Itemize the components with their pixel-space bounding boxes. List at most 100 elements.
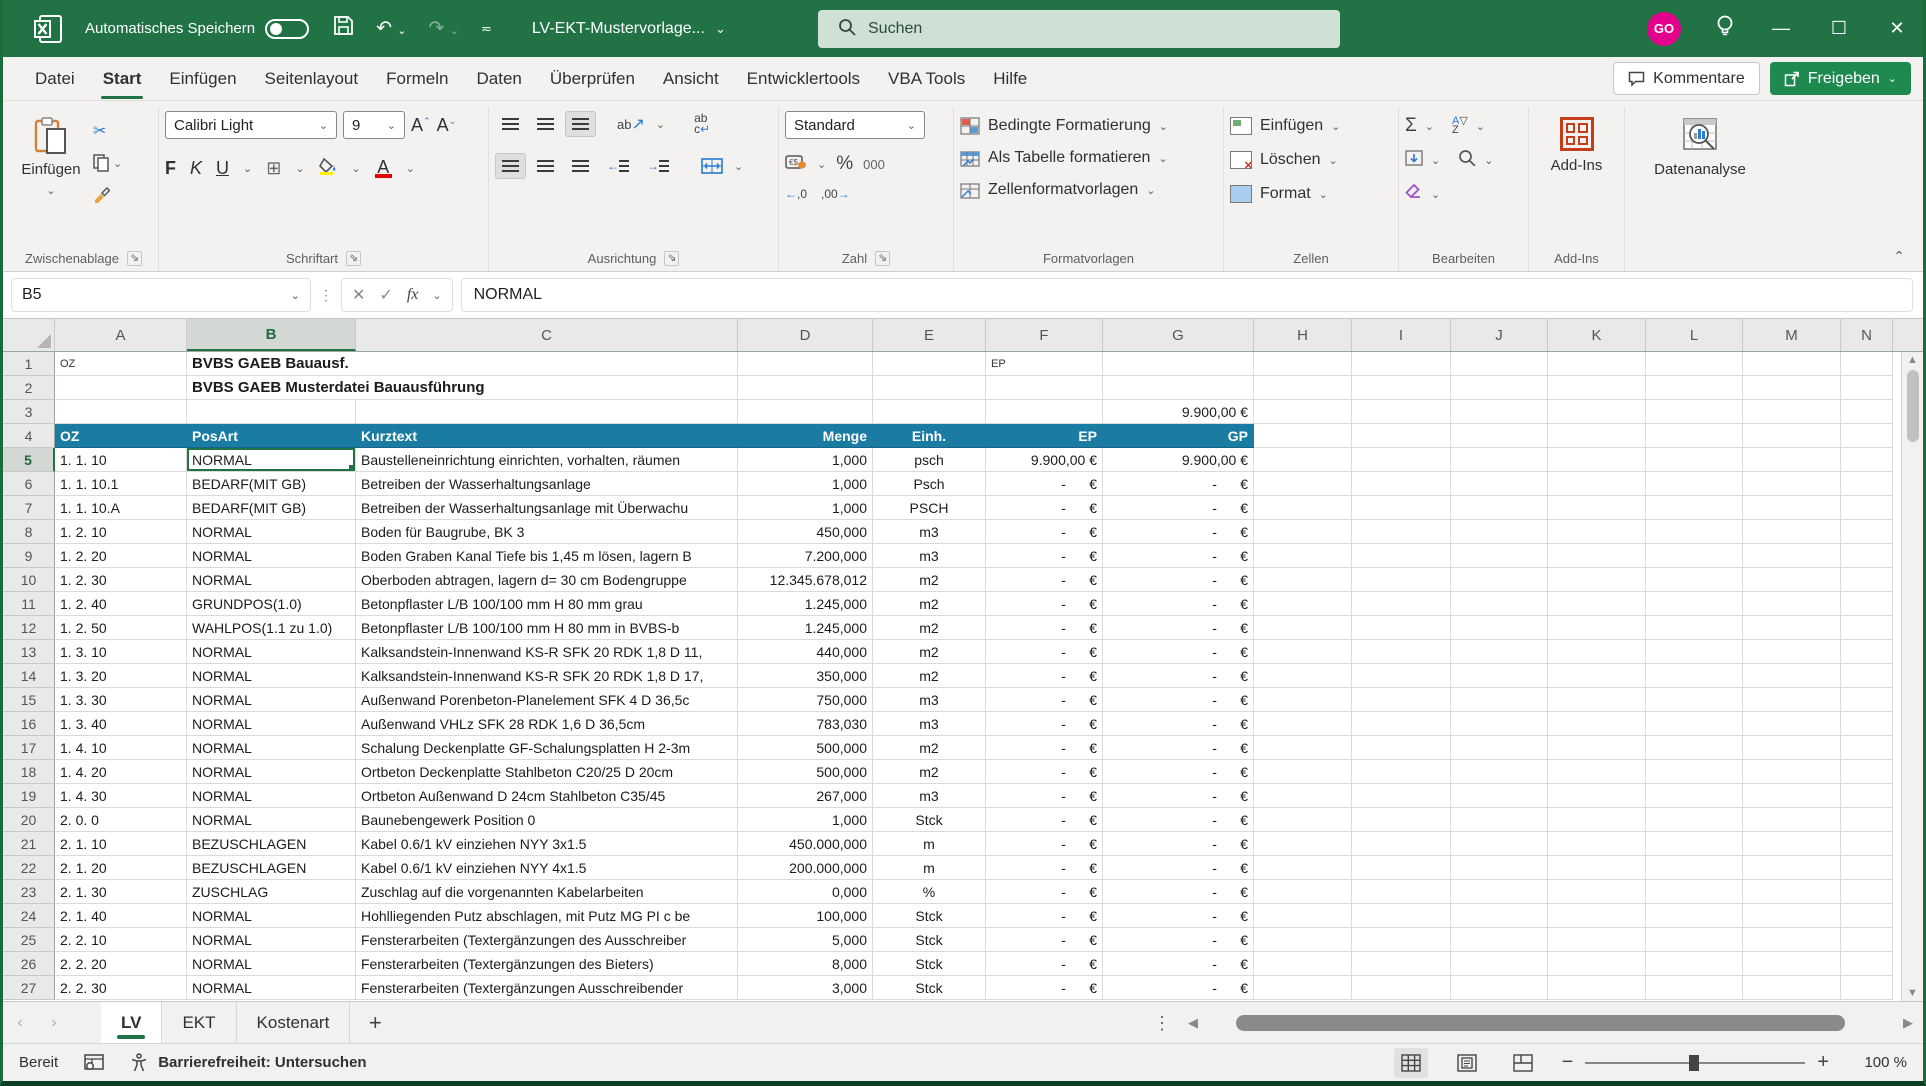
sort-filter-button[interactable]: A▽ Z bbox=[1452, 116, 1468, 136]
cell-A27[interactable]: 2. 2. 30 bbox=[55, 976, 187, 1000]
new-sheet-button[interactable]: + bbox=[350, 1002, 400, 1043]
cell-G20[interactable]: - € bbox=[1103, 808, 1254, 832]
cell-G23[interactable]: - € bbox=[1103, 880, 1254, 904]
tab-hilfe[interactable]: Hilfe bbox=[979, 57, 1041, 101]
cell-K3[interactable] bbox=[1548, 400, 1646, 424]
italic-button[interactable]: K bbox=[190, 158, 202, 179]
cell-M18[interactable] bbox=[1743, 760, 1841, 784]
cell-N16[interactable] bbox=[1841, 712, 1893, 736]
cell-A7[interactable]: 1. 1. 10.A bbox=[55, 496, 187, 520]
cell-I24[interactable] bbox=[1352, 904, 1451, 928]
row-header-3[interactable]: 3 bbox=[3, 400, 55, 424]
cell-J7[interactable] bbox=[1451, 496, 1548, 520]
cell-G14[interactable]: - € bbox=[1103, 664, 1254, 688]
cell-G4[interactable]: GP bbox=[1103, 424, 1254, 448]
cell-M1[interactable] bbox=[1743, 352, 1841, 376]
cell-D6[interactable]: 1,000 bbox=[738, 472, 873, 496]
cell-J26[interactable] bbox=[1451, 952, 1548, 976]
cell-G27[interactable]: - € bbox=[1103, 976, 1254, 1000]
dialog-launcher-icon[interactable]: ⇘ bbox=[346, 250, 361, 266]
cell-B12[interactable]: WAHLPOS(1.1 zu 1.0) bbox=[187, 616, 356, 640]
sheet-tab-kostenart[interactable]: Kostenart bbox=[237, 1002, 351, 1043]
cell-B19[interactable]: NORMAL bbox=[187, 784, 356, 808]
cell-I5[interactable] bbox=[1352, 448, 1451, 472]
cell-G13[interactable]: - € bbox=[1103, 640, 1254, 664]
row-header-2[interactable]: 2 bbox=[3, 376, 55, 400]
cell-M22[interactable] bbox=[1743, 856, 1841, 880]
cell-A25[interactable]: 2. 2. 10 bbox=[55, 928, 187, 952]
formula-input[interactable]: NORMAL bbox=[460, 278, 1913, 312]
cell-B4[interactable]: PosArt bbox=[187, 424, 356, 448]
sheet-tab-lv[interactable]: LV bbox=[101, 1002, 163, 1043]
cell-M7[interactable] bbox=[1743, 496, 1841, 520]
column-header-L[interactable]: L bbox=[1646, 319, 1743, 351]
cell-M12[interactable] bbox=[1743, 616, 1841, 640]
cell-M25[interactable] bbox=[1743, 928, 1841, 952]
cell-G2[interactable] bbox=[1103, 376, 1254, 400]
normal-view-button[interactable] bbox=[1393, 1047, 1428, 1078]
row-header-27[interactable]: 27 bbox=[3, 976, 55, 1000]
cell-N2[interactable] bbox=[1841, 376, 1893, 400]
cell-M15[interactable] bbox=[1743, 688, 1841, 712]
cell-H1[interactable] bbox=[1254, 352, 1352, 376]
zoom-knob[interactable] bbox=[1689, 1054, 1700, 1071]
cell-J12[interactable] bbox=[1451, 616, 1548, 640]
cell-B11[interactable]: GRUNDPOS(1.0) bbox=[187, 592, 356, 616]
cell-J19[interactable] bbox=[1451, 784, 1548, 808]
cell-L14[interactable] bbox=[1646, 664, 1743, 688]
cell-K17[interactable] bbox=[1548, 736, 1646, 760]
cell-G5[interactable]: 9.900,00 € bbox=[1103, 448, 1254, 472]
cell-J4[interactable] bbox=[1451, 424, 1548, 448]
cell-A3[interactable] bbox=[55, 400, 187, 424]
cell-F2[interactable] bbox=[986, 376, 1103, 400]
clear-button[interactable] bbox=[1405, 183, 1423, 205]
cell-N24[interactable] bbox=[1841, 904, 1893, 928]
cell-D23[interactable]: 0,000 bbox=[738, 880, 873, 904]
cell-D1[interactable] bbox=[738, 352, 873, 376]
cell-J21[interactable] bbox=[1451, 832, 1548, 856]
sheet-prev-icon[interactable]: ‹ bbox=[3, 1002, 37, 1043]
cell-K9[interactable] bbox=[1548, 544, 1646, 568]
cell-D12[interactable]: 1.245,000 bbox=[738, 616, 873, 640]
align-bottom-button[interactable] bbox=[565, 111, 596, 137]
cell-K18[interactable] bbox=[1548, 760, 1646, 784]
cell-M24[interactable] bbox=[1743, 904, 1841, 928]
font-color-button[interactable]: A bbox=[374, 158, 392, 178]
fill-button[interactable] bbox=[1405, 149, 1423, 171]
cell-G16[interactable]: - € bbox=[1103, 712, 1254, 736]
cell-K16[interactable] bbox=[1548, 712, 1646, 736]
cell-F5[interactable]: 9.900,00 € bbox=[986, 448, 1103, 472]
tab-seitenlayout[interactable]: Seitenlayout bbox=[251, 57, 373, 101]
increase-decimal-button[interactable]: ←,0 bbox=[785, 187, 807, 201]
customize-qat-icon[interactable]: ≂ bbox=[481, 21, 492, 37]
cell-K20[interactable] bbox=[1548, 808, 1646, 832]
zoom-out-icon[interactable]: − bbox=[1562, 1051, 1574, 1074]
cell-C22[interactable]: Kabel 0.6/1 kV einziehen NYY 4x1.5 bbox=[356, 856, 738, 880]
cell-D15[interactable]: 750,000 bbox=[738, 688, 873, 712]
cell-C11[interactable]: Betonpflaster L/B 100/100 mm H 80 mm gra… bbox=[356, 592, 738, 616]
scroll-left-icon[interactable]: ◀ bbox=[1188, 1015, 1198, 1031]
cell-L15[interactable] bbox=[1646, 688, 1743, 712]
cell-A9[interactable]: 1. 2. 20 bbox=[55, 544, 187, 568]
cell-A13[interactable]: 1. 3. 10 bbox=[55, 640, 187, 664]
format-as-table-button[interactable]: Als Tabelle formatieren ⌄ bbox=[960, 143, 1168, 173]
conditional-formatting-button[interactable]: Bedingte Formatierung ⌄ bbox=[960, 111, 1168, 141]
cell-B25[interactable]: NORMAL bbox=[187, 928, 356, 952]
column-header-D[interactable]: D bbox=[738, 319, 873, 351]
cell-A15[interactable]: 1. 3. 30 bbox=[55, 688, 187, 712]
cell-M27[interactable] bbox=[1743, 976, 1841, 1000]
cell-C17[interactable]: Schalung Deckenplatte GF-Schalungsplatte… bbox=[356, 736, 738, 760]
cell-D27[interactable]: 3,000 bbox=[738, 976, 873, 1000]
cell-I21[interactable] bbox=[1352, 832, 1451, 856]
cell-E23[interactable]: % bbox=[873, 880, 986, 904]
find-select-button[interactable] bbox=[1458, 149, 1476, 171]
underline-button[interactable]: U bbox=[216, 158, 229, 179]
addins-button[interactable]: Add-Ins bbox=[1542, 111, 1612, 174]
row-header-11[interactable]: 11 bbox=[3, 592, 55, 616]
cell-F14[interactable]: - € bbox=[986, 664, 1103, 688]
tab-vba-tools[interactable]: VBA Tools bbox=[874, 57, 979, 101]
cell-N13[interactable] bbox=[1841, 640, 1893, 664]
cell-B8[interactable]: NORMAL bbox=[187, 520, 356, 544]
cell-B24[interactable]: NORMAL bbox=[187, 904, 356, 928]
cell-G25[interactable]: - € bbox=[1103, 928, 1254, 952]
